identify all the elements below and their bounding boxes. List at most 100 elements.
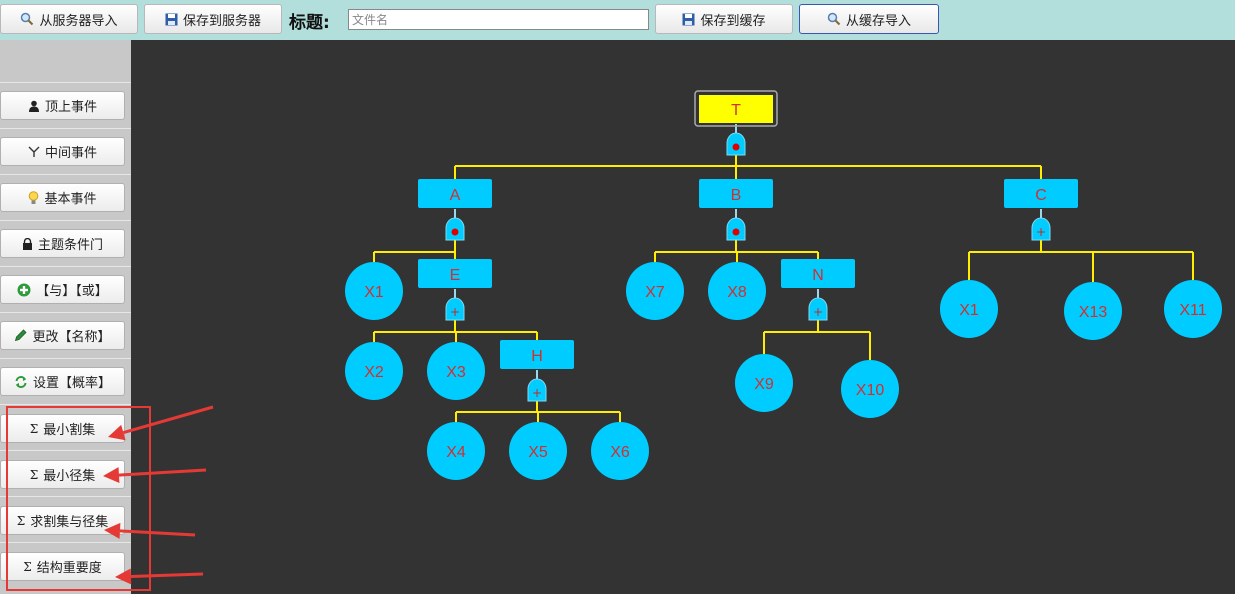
basic-event-x8[interactable]: X8 (708, 262, 766, 320)
basic-event-x9[interactable]: X9 (735, 354, 793, 412)
sidebar-divider (0, 128, 131, 129)
event-label: A (450, 187, 461, 204)
basic-event-x7[interactable]: X7 (626, 262, 684, 320)
basic-event-x2[interactable]: X2 (345, 342, 403, 400)
sidebar-item-condition-gate[interactable]: 主题条件门 (0, 229, 125, 258)
and-gate (726, 132, 746, 156)
sidebar-item-label: 基本事件 (44, 192, 97, 207)
sidebar-item-top-event[interactable]: 顶上事件 (0, 91, 125, 120)
sidebar-item-label: 【与】【或】 (36, 284, 108, 299)
sidebar-item-rename[interactable]: 更改【名称】 (0, 321, 125, 350)
basic-event-label: X11 (1179, 302, 1206, 319)
sidebar-divider (0, 266, 131, 267)
sidebar-divider (0, 358, 131, 359)
basic-event-x13[interactable]: X13 (1064, 282, 1122, 340)
basic-event-x11[interactable]: X11 (1164, 280, 1222, 338)
sidebar-divider (0, 404, 131, 405)
fork-icon (28, 146, 40, 158)
event-label: C (1035, 187, 1047, 204)
sidebar-item-label: 中间事件 (44, 146, 97, 161)
event-label: E (450, 267, 461, 284)
save-to-cache-button[interactable]: 保存到缓存 (655, 4, 793, 34)
basic-event-label: X8 (727, 284, 747, 301)
and-gate (726, 217, 746, 241)
or-gate: + (527, 378, 547, 402)
import-from-server-label: 从服务器导入 (39, 13, 118, 29)
event-label: N (812, 267, 824, 284)
event-node-h[interactable]: H (500, 340, 574, 369)
basic-event-label: X7 (645, 284, 665, 301)
basic-event-label: X9 (754, 376, 774, 393)
title-label: 标题: (289, 13, 330, 33)
fault-tree-diagram: + + + + T A B C E H N X1 X2 X3 X4 X5 X6 X7 X8 X9 X10 X1 X13 X11 (345, 90, 1222, 480)
basic-event-label: X2 (364, 364, 384, 381)
event-label: H (531, 348, 543, 365)
save-icon (165, 13, 178, 26)
basic-event-x1[interactable]: X1 (940, 280, 998, 338)
basic-event-x3[interactable]: X3 (427, 342, 485, 400)
sidebar-item-label: 顶上事件 (44, 100, 97, 115)
save-icon (682, 13, 695, 26)
save-to-server-button[interactable]: 保存到服务器 (144, 4, 282, 34)
save-to-cache-label: 保存到缓存 (700, 13, 766, 29)
sidebar-item-label: 更改【名称】 (32, 330, 111, 345)
event-node-n[interactable]: N (781, 259, 855, 288)
or-gate: + (1031, 217, 1051, 241)
import-from-cache-label: 从缓存导入 (845, 13, 911, 29)
pencil-icon (14, 329, 28, 342)
plus-icon (17, 283, 31, 297)
basic-event-label: X5 (528, 444, 548, 461)
event-node-c[interactable]: C (1004, 179, 1078, 208)
sidebar-item-intermediate-event[interactable]: 中间事件 (0, 137, 125, 166)
annotation-highlight-box (6, 406, 151, 591)
sidebar-item-set-probability[interactable]: 设置【概率】 (0, 367, 125, 396)
lock-icon (22, 237, 33, 250)
basic-event-x5[interactable]: X5 (509, 422, 567, 480)
and-gate-symbol (732, 143, 740, 151)
basic-event-label: X10 (856, 382, 885, 399)
basic-event-x10[interactable]: X10 (841, 360, 899, 418)
sidebar-item-basic-event[interactable]: 基本事件 (0, 183, 125, 212)
event-node-e[interactable]: E (418, 259, 492, 288)
event-node-b[interactable]: B (699, 179, 773, 208)
basic-event-label: X1 (364, 284, 384, 301)
or-gate-symbol: + (450, 305, 460, 319)
basic-event-x4[interactable]: X4 (427, 422, 485, 480)
or-gate: + (445, 297, 465, 321)
event-label: B (731, 187, 742, 204)
basic-event-label: X4 (446, 444, 466, 461)
save-to-server-label: 保存到服务器 (182, 13, 261, 29)
import-from-server-button[interactable]: 从服务器导入 (0, 4, 138, 34)
basic-event-label: X1 (959, 302, 979, 319)
search-icon (20, 12, 34, 26)
user-icon (28, 100, 40, 112)
event-label: T (731, 102, 741, 119)
basic-event-x6[interactable]: X6 (591, 422, 649, 480)
title-input[interactable] (348, 9, 649, 30)
basic-event-label: X6 (610, 444, 630, 461)
sidebar-divider (0, 174, 131, 175)
sidebar-divider (0, 82, 131, 83)
sidebar-divider (0, 312, 131, 313)
and-gate-symbol (451, 228, 459, 236)
basic-event-label: X13 (1079, 304, 1108, 321)
sidebar-item-label: 设置【概率】 (32, 376, 111, 391)
or-gate-symbol: + (1036, 225, 1046, 239)
basic-event-x1[interactable]: X1 (345, 262, 403, 320)
refresh-icon (14, 375, 28, 389)
or-gate-symbol: + (813, 305, 823, 319)
lightbulb-icon (28, 190, 39, 205)
or-gate: + (808, 297, 828, 321)
sidebar-divider (0, 220, 131, 221)
search-icon (827, 12, 841, 26)
basic-event-label: X3 (446, 364, 466, 381)
fault-tree-canvas[interactable]: + + + + T A B C E H N X1 X2 X3 X4 X5 X6 X7 X8 X9 X10 X1 X13 X11 (131, 40, 1235, 594)
and-gate-symbol (732, 228, 740, 236)
sidebar-item-and-or[interactable]: 【与】【或】 (0, 275, 125, 304)
top-toolbar: 从服务器导入 保存到服务器 标题: 保存到缓存 从缓存导入 (0, 0, 1235, 40)
event-node-a[interactable]: A (418, 179, 492, 208)
and-gate (445, 217, 465, 241)
sidebar-item-label: 主题条件门 (37, 238, 103, 253)
event-node-t[interactable]: T (694, 90, 778, 127)
import-from-cache-button[interactable]: 从缓存导入 (799, 4, 939, 34)
